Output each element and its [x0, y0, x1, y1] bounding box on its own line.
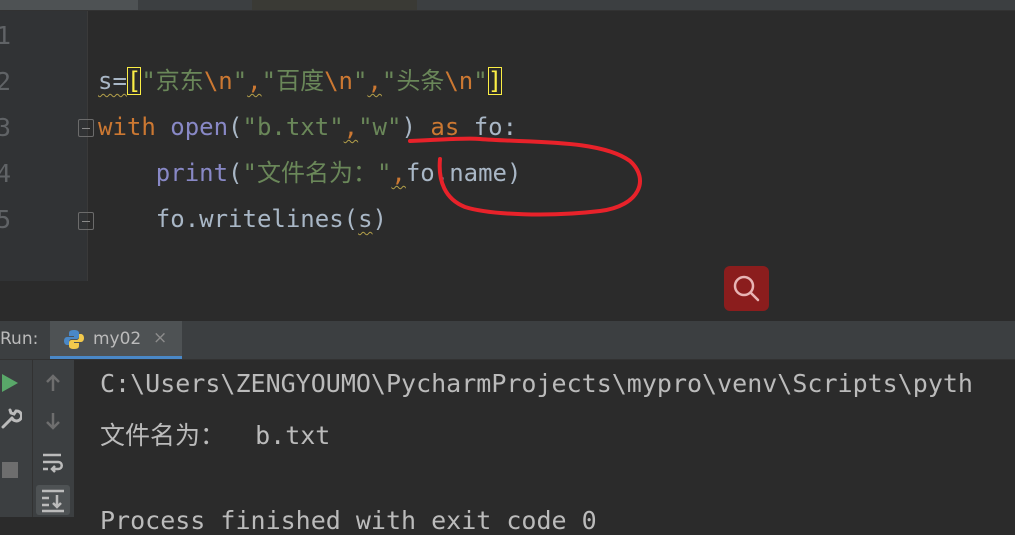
run-icon[interactable]: [0, 372, 20, 394]
editor-tab[interactable]: [140, 0, 250, 10]
console-line: Process finished with exit code 0: [100, 506, 597, 535]
run-label: Run:: [0, 329, 39, 349]
red-ink-annotation: [408, 136, 642, 217]
toolbar-divider: [32, 360, 33, 517]
run-tab-label: my02: [93, 329, 142, 349]
console-output[interactable]: C:\Users\ZENGYOUMO\PycharmProjects\mypro…: [75, 360, 1015, 535]
wrench-icon[interactable]: [0, 408, 22, 430]
editor-tab-bar: [0, 0, 1015, 11]
search-icon: [733, 275, 760, 302]
editor-tab[interactable]: [252, 0, 417, 10]
console-line: 文件名为： b.txt: [100, 421, 331, 450]
run-tab-my02[interactable]: my02 ×: [50, 321, 182, 359]
python-icon: [64, 330, 84, 349]
scroll-to-end-icon: [42, 489, 64, 513]
editor-tab-active[interactable]: [0, 0, 138, 10]
close-icon[interactable]: ×: [153, 328, 167, 348]
search-button[interactable]: [724, 266, 769, 311]
run-toolbar: [0, 360, 74, 517]
down-arrow-icon[interactable]: [42, 410, 64, 432]
up-arrow-icon[interactable]: [42, 372, 64, 394]
code-editor[interactable]: 1 2 3 4 5 s=["京东\n","百度\n","头条\n"] with …: [0, 11, 1015, 281]
stop-icon[interactable]: [0, 460, 20, 480]
run-tool-window-header: Run: my02 ×: [0, 321, 1015, 360]
scroll-to-end-button[interactable]: [36, 485, 70, 515]
console-line: C:\Users\ZENGYOUMO\PycharmProjects\mypro…: [100, 369, 973, 398]
soft-wrap-icon[interactable]: [40, 450, 66, 474]
